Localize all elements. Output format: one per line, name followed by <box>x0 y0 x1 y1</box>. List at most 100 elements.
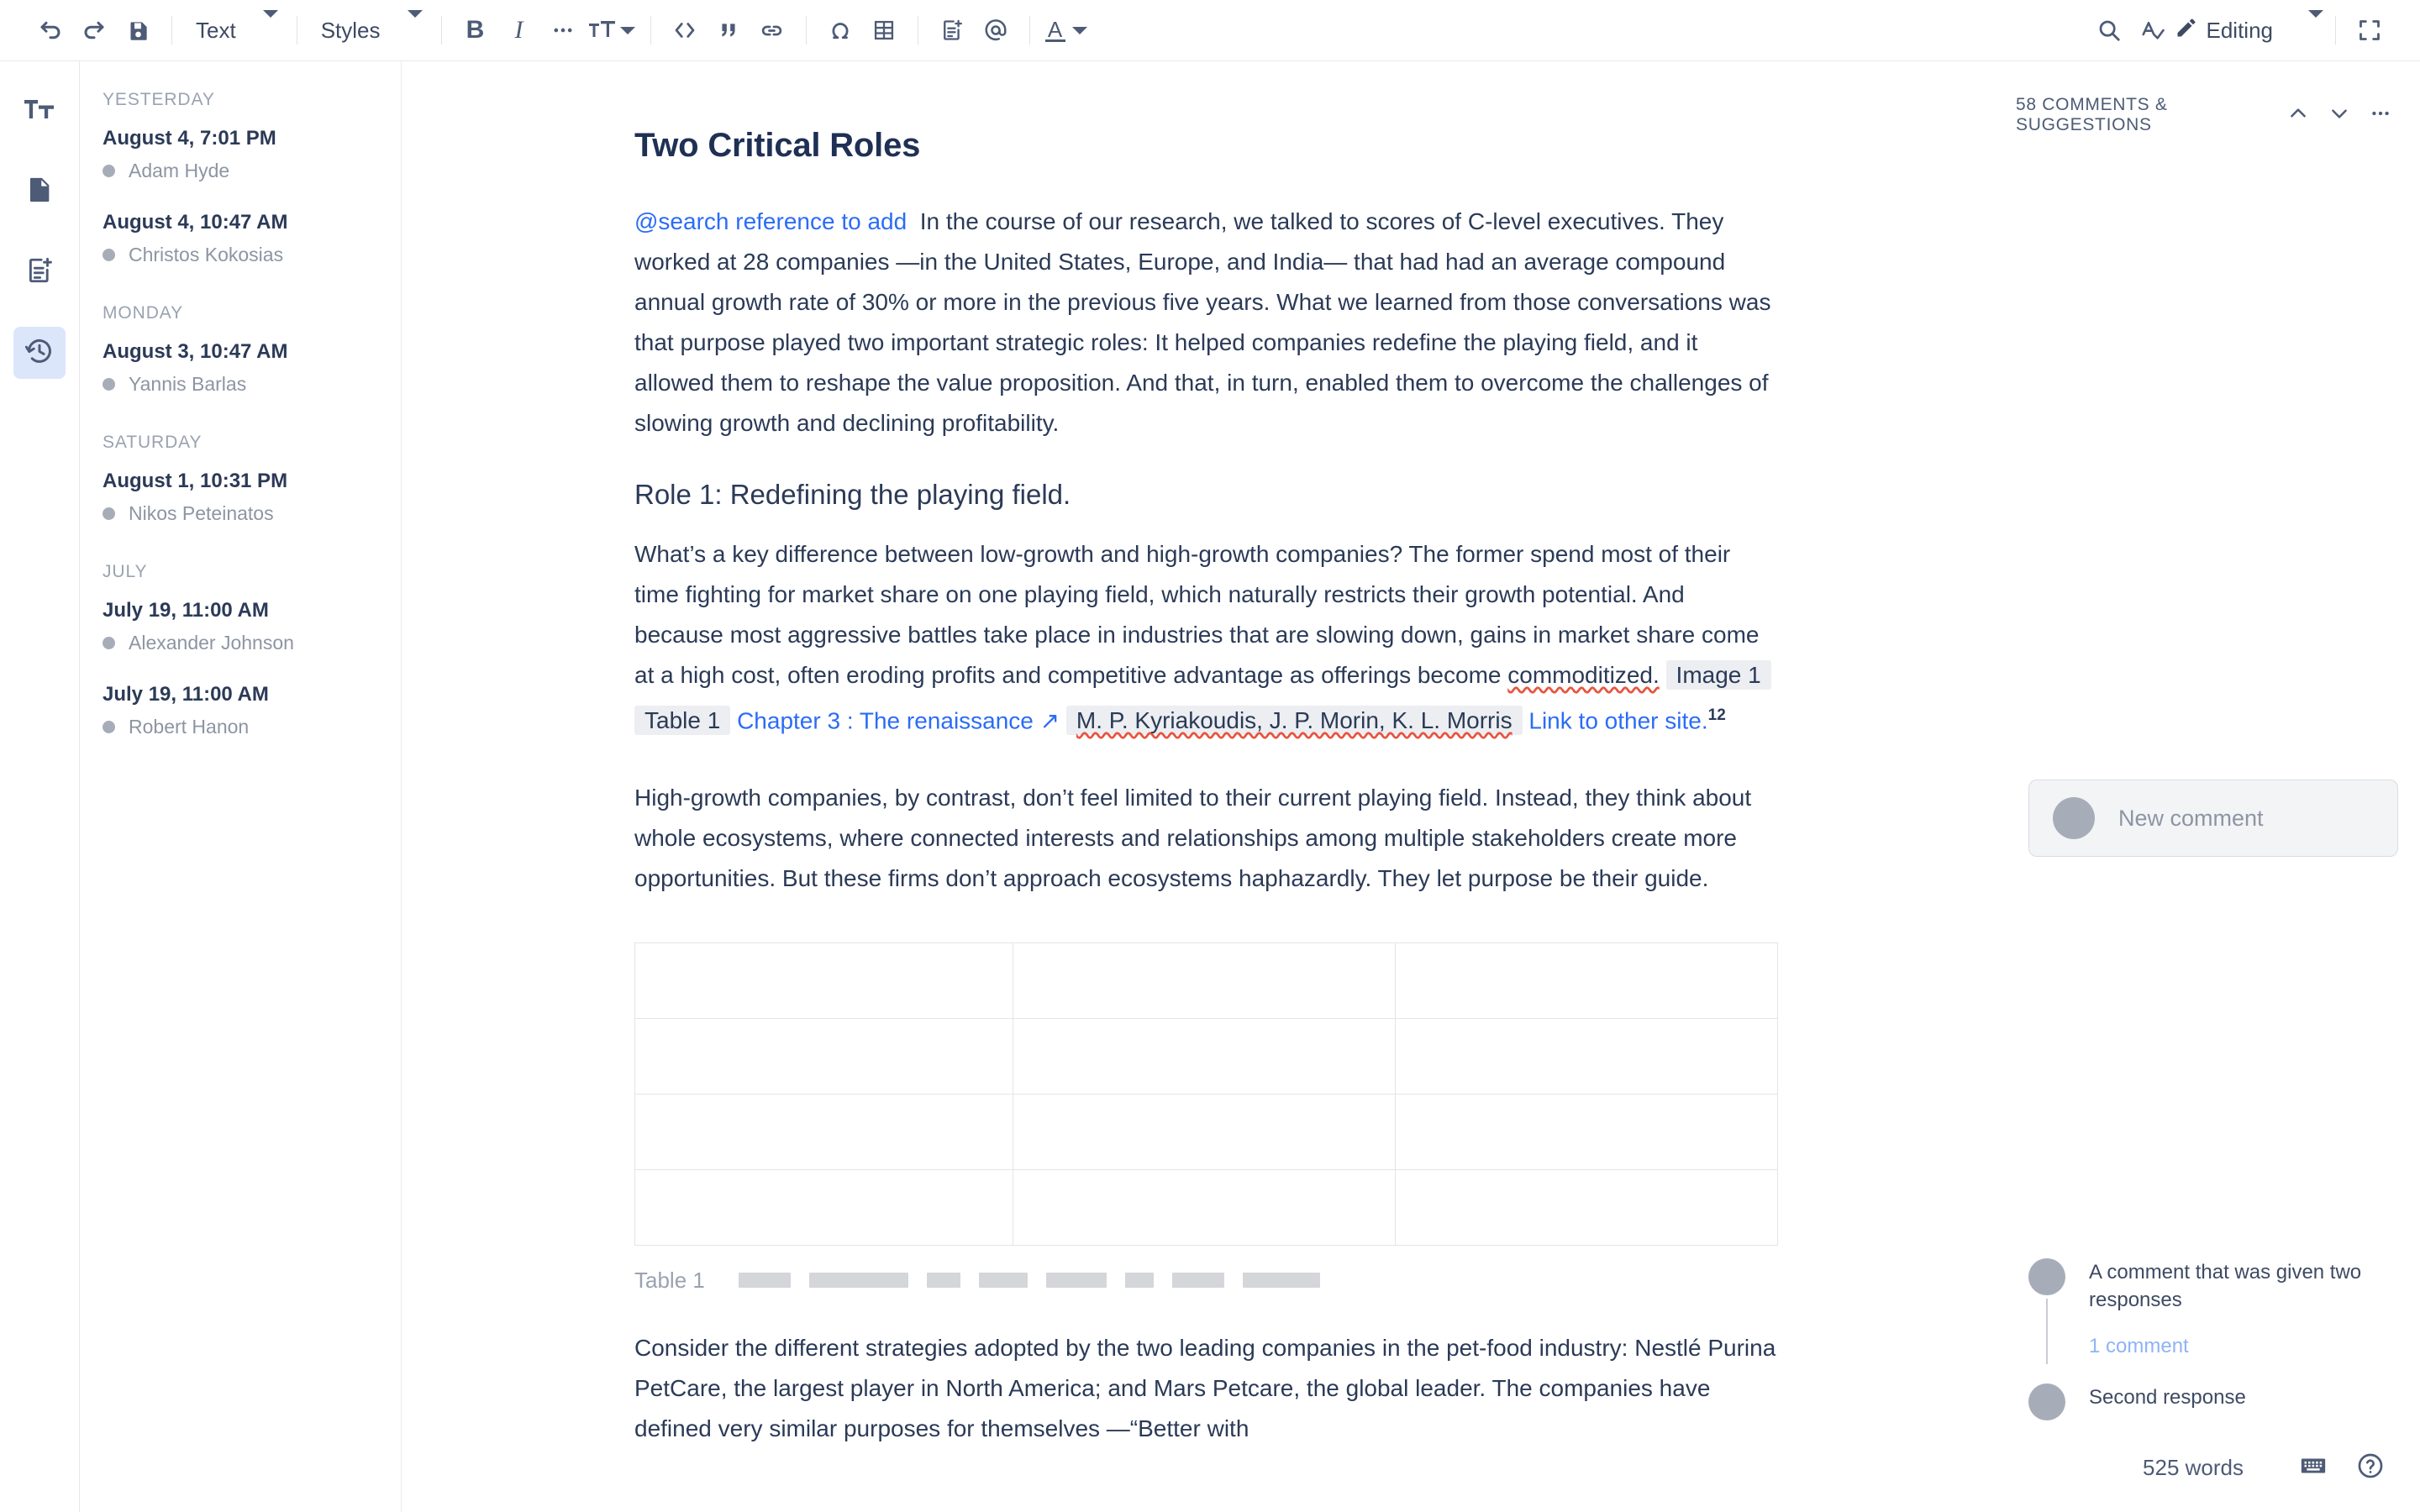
italic-button[interactable]: I <box>497 8 541 52</box>
comment-body: A comment that was given two responses 1… <box>2089 1258 2407 1358</box>
revision-item[interactable]: August 4, 10:47 AM Christos Kokosias <box>103 211 401 266</box>
bold-icon: B <box>466 16 485 44</box>
chevron-down-icon <box>407 9 423 44</box>
font-size-button[interactable] <box>585 8 639 52</box>
table-cell[interactable] <box>1395 1169 1778 1247</box>
cross-reference-image[interactable]: Image 1 <box>1665 660 1771 690</box>
table-cell[interactable] <box>1013 942 1396 1020</box>
search-button[interactable] <box>2087 8 2131 52</box>
table-row[interactable] <box>634 1094 1778 1171</box>
citation-chip[interactable]: M. P. Kyriakoudis, J. P. Morin, K. L. Mo… <box>1065 706 1523 736</box>
paragraph-ecosystems[interactable]: High-growth companies, by contrast, don’… <box>634 778 1777 899</box>
table-caption[interactable]: Table 1 <box>634 1268 1781 1293</box>
table-cell[interactable] <box>634 1018 1013 1095</box>
revision-item[interactable]: July 19, 11:00 AM Robert Hanon <box>103 683 401 738</box>
table-row[interactable] <box>634 942 1778 1020</box>
help-button[interactable] <box>2349 1447 2391 1489</box>
revision-item[interactable]: July 19, 11:00 AM Alexander Johnson <box>103 599 401 654</box>
cross-reference-table[interactable]: Table 1 <box>634 706 731 736</box>
new-comment-box[interactable]: New comment <box>2028 780 2398 857</box>
keyboard-shortcuts-button[interactable] <box>2292 1447 2334 1489</box>
next-comment-button[interactable] <box>2323 97 2356 134</box>
comment-replies-count[interactable]: 1 comment <box>2089 1335 2407 1358</box>
table-cell[interactable] <box>634 942 1013 1020</box>
spellcheck-button[interactable] <box>2131 8 2175 52</box>
revision-item[interactable]: August 1, 10:31 PM Nikos Peteinatos <box>103 470 401 525</box>
revision-date: August 3, 10:47 AM <box>103 340 288 363</box>
table-cell[interactable] <box>1395 1018 1778 1095</box>
caption-placeholder-bar <box>1171 1273 1224 1289</box>
table-cell[interactable] <box>634 1094 1013 1171</box>
italic-icon: I <box>514 16 523 44</box>
revision-item[interactable]: August 4, 7:01 PM Adam Hyde <box>103 127 401 182</box>
table-cell[interactable] <box>1395 1094 1778 1171</box>
table-cell[interactable] <box>1013 1094 1396 1171</box>
avatar-dot <box>103 721 115 733</box>
table-cell[interactable] <box>1395 942 1778 1020</box>
table-cell[interactable] <box>1013 1169 1396 1247</box>
add-note-button[interactable] <box>930 8 974 52</box>
add-note-icon <box>940 18 964 42</box>
more-formatting-button[interactable] <box>541 8 585 52</box>
external-site-link[interactable]: Link to other site. <box>1528 707 1707 733</box>
section-heading: Role 1: Redefining the playing field. <box>634 479 1071 510</box>
undo-button[interactable] <box>29 8 72 52</box>
revision-date: July 19, 11:00 AM <box>103 683 269 706</box>
revision-item[interactable]: August 3, 10:47 AM Yannis Barlas <box>103 340 401 396</box>
chapter-link[interactable]: Chapter 3 : The renaissance <box>737 707 1034 733</box>
sidebar-item-history[interactable] <box>13 327 66 379</box>
revision-group-label: SATURDAY <box>103 433 203 452</box>
paragraph-intro[interactable]: @search reference to add In the course o… <box>634 202 1777 444</box>
table-cell[interactable] <box>1013 1018 1396 1095</box>
code-button[interactable] <box>663 8 707 52</box>
styles-label: Styles <box>320 17 381 43</box>
toolbar-divider <box>2335 16 2336 45</box>
revision-author-name: Yannis Barlas <box>129 373 247 395</box>
footnote-marker[interactable]: 12 <box>1708 706 1726 724</box>
toolbar-divider <box>440 16 442 45</box>
table-caption-label: Table 1 <box>634 1267 705 1293</box>
toolbar-divider <box>650 16 651 45</box>
text-color-button[interactable]: A <box>1042 8 1091 52</box>
left-icon-rail <box>0 61 80 1512</box>
sidebar-item-notes[interactable] <box>13 246 66 298</box>
help-icon <box>2356 1452 2385 1484</box>
quote-button[interactable] <box>707 8 750 52</box>
redo-icon <box>82 18 107 43</box>
save-button[interactable] <box>116 8 160 52</box>
insert-table-button[interactable] <box>862 8 906 52</box>
comment-item[interactable]: A comment that was given two responses 1… <box>2028 1258 2407 1364</box>
sidebar-item-styles[interactable] <box>13 85 66 137</box>
paragraph-role1[interactable]: What’s a key difference between low-grow… <box>634 534 1777 741</box>
revision-author-name: Robert Hanon <box>129 716 250 738</box>
table-row[interactable] <box>634 1169 1778 1247</box>
comments-options-button[interactable] <box>2364 97 2396 134</box>
chevron-down-icon <box>262 9 278 44</box>
caption-placeholder-bar <box>808 1273 908 1289</box>
data-table[interactable] <box>634 942 1778 1247</box>
document-canvas[interactable]: Two Critical Roles @search reference to … <box>402 61 2016 1512</box>
link-button[interactable] <box>750 8 794 52</box>
special-character-button[interactable] <box>818 8 862 52</box>
undo-icon <box>38 18 63 43</box>
block-type-dropdown[interactable]: Text <box>184 8 285 52</box>
mention-chip[interactable]: @search reference to add <box>634 208 907 234</box>
mention-button[interactable] <box>974 8 1018 52</box>
bold-button[interactable]: B <box>454 8 497 52</box>
editing-mode-selector[interactable]: Editing <box>2175 8 2323 52</box>
revision-group: SATURDAY August 1, 10:31 PM Nikos Petein… <box>103 433 401 525</box>
keyboard-icon <box>2299 1452 2328 1484</box>
comment-item[interactable]: Second response <box>2028 1383 2407 1420</box>
redo-button[interactable] <box>72 8 116 52</box>
styles-dropdown[interactable]: Styles <box>309 8 429 52</box>
table-cell[interactable] <box>634 1169 1013 1247</box>
paragraph-petfood[interactable]: Consider the different strategies adopte… <box>634 1328 1777 1449</box>
previous-comment-button[interactable] <box>2282 97 2315 134</box>
sidebar-item-document[interactable] <box>13 165 66 218</box>
comments-header: 58 COMMENTS & SUGGESTIONS <box>2016 61 2420 135</box>
fullscreen-button[interactable] <box>2348 8 2391 52</box>
avatar-dot <box>103 637 115 649</box>
caption-placeholder-bar <box>926 1273 960 1289</box>
search-icon <box>2096 18 2122 43</box>
table-row[interactable] <box>634 1018 1778 1095</box>
